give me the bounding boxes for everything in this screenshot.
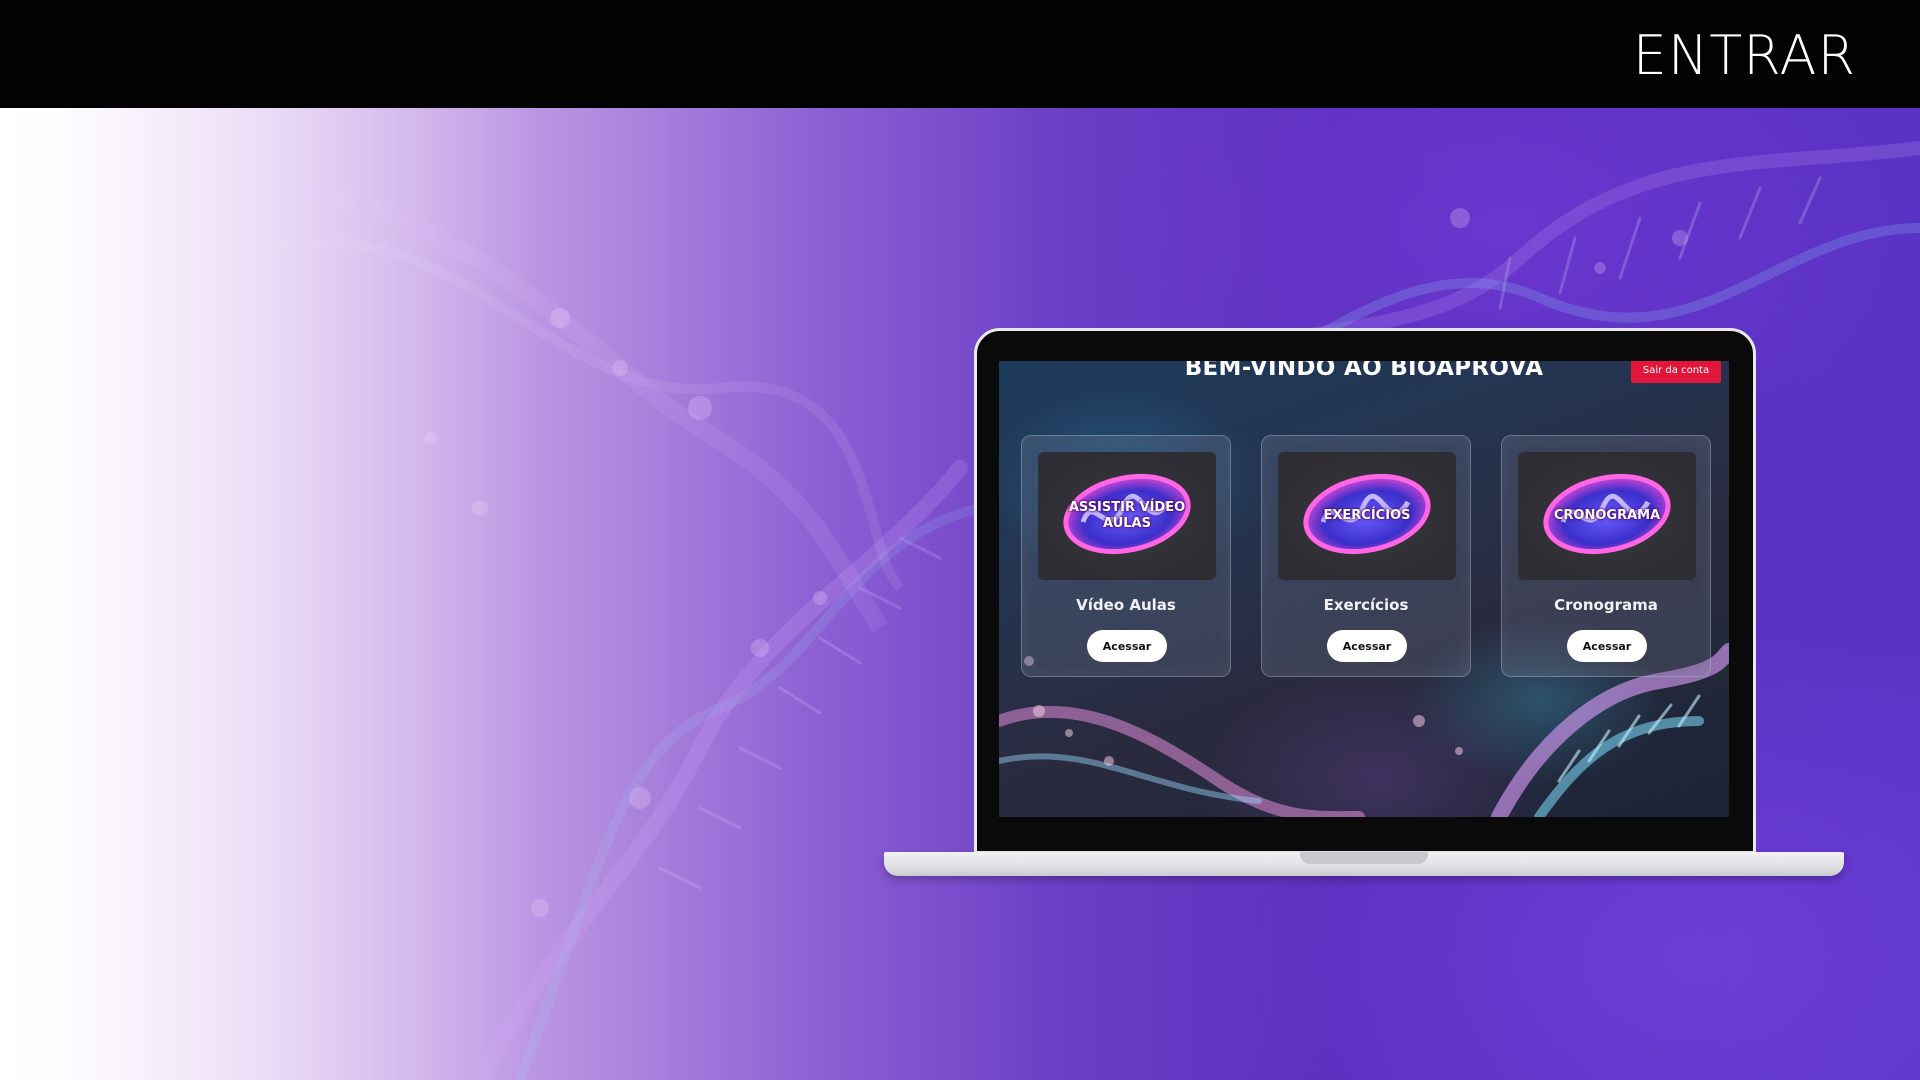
login-link[interactable]: ENTRAR: [1633, 24, 1856, 87]
card-thumbnail[interactable]: EXERCÍCIOS: [1278, 452, 1456, 580]
top-navbar: ENTRAR: [0, 0, 1920, 108]
laptop-lid: BEM-VINDO AO BIOAPROVA Sair da conta ASS…: [974, 328, 1756, 854]
laptop-screen: BEM-VINDO AO BIOAPROVA Sair da conta ASS…: [999, 361, 1729, 817]
card-title: Vídeo Aulas: [1076, 596, 1176, 614]
access-button[interactable]: Acessar: [1327, 630, 1407, 662]
card-video-lessons: ASSISTIR VÍDEO AULAS Vídeo Aulas Acessar: [1021, 435, 1231, 677]
welcome-title: BEM-VINDO AO BIOAPROVA: [1184, 361, 1544, 381]
thumb-label: EXERCÍCIOS: [1323, 508, 1411, 523]
card-thumbnail[interactable]: CRONOGRAMA: [1518, 452, 1696, 580]
access-button[interactable]: Acessar: [1567, 630, 1647, 662]
laptop-mockup: BEM-VINDO AO BIOAPROVA Sair da conta ASS…: [884, 328, 1844, 880]
card-exercises: EXERCÍCIOS Exercícios Acessar: [1261, 435, 1471, 677]
card-title: Exercícios: [1323, 596, 1409, 614]
card-thumbnail[interactable]: ASSISTIR VÍDEO AULAS: [1038, 452, 1216, 580]
access-button[interactable]: Acessar: [1087, 630, 1167, 662]
logout-button[interactable]: Sair da conta: [1631, 361, 1721, 383]
laptop-notch: [1300, 852, 1428, 864]
card-schedule: CRONOGRAMA Cronograma Acessar: [1501, 435, 1711, 677]
thumb-label: CRONOGRAMA: [1553, 508, 1661, 523]
thumb-label: ASSISTIR VÍDEO AULAS: [1068, 500, 1186, 531]
card-title: Cronograma: [1554, 596, 1658, 614]
